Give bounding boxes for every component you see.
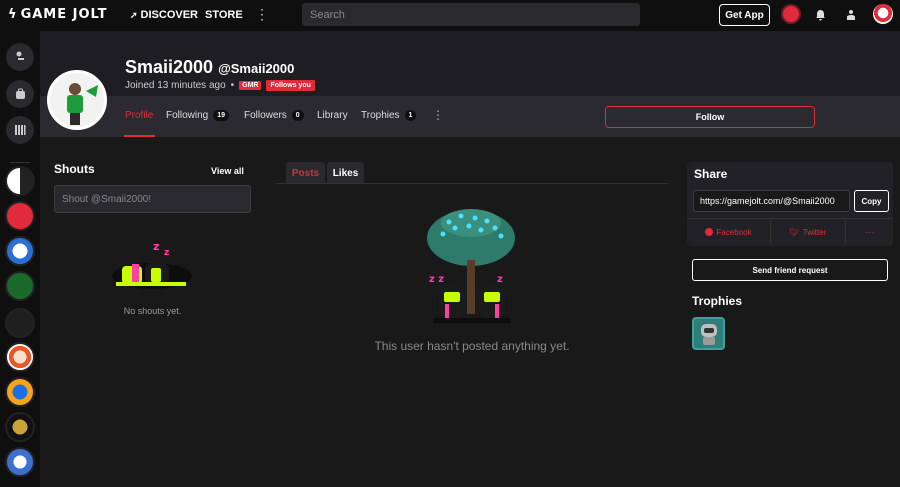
game-icon-bolt[interactable] (5, 166, 35, 196)
joined-row: Joined 13 minutes ago • GMR Follows you (125, 80, 315, 91)
search-input[interactable] (302, 3, 640, 26)
discover-link[interactable]: ➚ DISCOVER (130, 9, 198, 21)
game-icon-coin[interactable] (5, 412, 35, 442)
joined-text: Joined 13 minutes ago (125, 80, 226, 91)
shouts-title: Shouts (54, 162, 95, 176)
trophy-item[interactable] (692, 317, 725, 350)
gmr-badge: GMR (239, 81, 262, 90)
following-count: 19 (213, 110, 230, 121)
svg-text:z: z (153, 240, 159, 253)
game-icon-ring[interactable] (5, 377, 35, 407)
compass-icon: ➚ (130, 9, 138, 20)
trophy-robot-icon (700, 323, 717, 345)
share-twitter-button[interactable]: 🐦︎ Twitter (771, 220, 846, 244)
game-icon-orange[interactable] (5, 342, 35, 372)
view-all-link[interactable]: View all (211, 166, 244, 176)
posts-tabs-divider (276, 183, 668, 184)
dot-separator: • (230, 80, 235, 91)
user-avatar[interactable] (873, 4, 893, 24)
twitter-icon: 🐦︎ (789, 227, 800, 237)
bolt-icon: ϟ (8, 7, 18, 22)
profile-name: Smaii2000 @Smaii2000 (125, 57, 294, 78)
profile-avatar[interactable] (47, 70, 107, 130)
game-icon-dark-bolt[interactable] (5, 308, 35, 338)
share-more-button[interactable]: ··· (846, 220, 893, 244)
active-tab-indicator (124, 135, 155, 137)
friends-icon[interactable] (841, 5, 861, 25)
tab-library[interactable]: Library (317, 110, 348, 121)
library-icon[interactable] (6, 116, 34, 144)
tabs-more-icon[interactable]: ⋮ (432, 108, 444, 122)
followers-count: 0 (291, 110, 304, 121)
discover-side-icon[interactable] (6, 43, 34, 71)
tab-trophies[interactable]: Trophies 1 (361, 110, 417, 121)
copy-button[interactable]: Copy (854, 190, 889, 212)
logo-text: GAME JOLT (20, 7, 108, 22)
share-divider (687, 218, 893, 219)
sidebar-divider (10, 162, 30, 163)
get-app-button[interactable]: Get App (719, 4, 770, 26)
no-posts-text: This user hasn't posted anything yet. (374, 339, 570, 353)
more-menu-icon[interactable]: ⋮ (255, 6, 269, 23)
share-facebook-button[interactable]: Facebook (687, 220, 771, 244)
svg-text:z z: z z (429, 274, 444, 285)
no-shouts-text: No shouts yet. (123, 306, 182, 316)
facebook-icon (705, 228, 714, 236)
quest-icon[interactable] (781, 4, 801, 24)
tab-followers[interactable]: Followers 0 (244, 110, 304, 121)
bell-icon[interactable] (810, 5, 830, 25)
trophies-count: 1 (404, 110, 417, 121)
sleeping-illustration: z z (112, 240, 192, 289)
tab-following[interactable]: Following 19 (166, 110, 230, 121)
tab-likes[interactable]: Likes (327, 162, 364, 184)
game-icon-robot[interactable] (5, 447, 35, 477)
follows-you-badge: Follows you (266, 80, 315, 91)
top-bar: ϟ GAME JOLT ➚ DISCOVER STORE ⋮ Get App (0, 0, 900, 31)
backpack-icon[interactable] (6, 80, 34, 108)
game-icon-blue[interactable] (5, 236, 35, 266)
left-sidebar (0, 31, 40, 487)
share-title: Share (694, 167, 728, 181)
follow-button[interactable]: Follow (605, 106, 815, 128)
send-friend-request-button[interactable]: Send friend request (692, 259, 888, 281)
user-handle: @Smaii2000 (218, 61, 295, 76)
tab-profile[interactable]: Profile (125, 110, 153, 121)
svg-text:z: z (497, 274, 503, 285)
display-name: Smaii2000 (125, 57, 214, 77)
tree-illustration: z z z (427, 209, 515, 323)
shout-input[interactable] (54, 185, 251, 213)
game-icon-red[interactable] (5, 201, 35, 231)
share-url-field[interactable] (693, 190, 850, 212)
tab-posts[interactable]: Posts (286, 162, 325, 184)
store-link[interactable]: STORE (205, 9, 243, 21)
game-icon-drip[interactable] (5, 271, 35, 301)
trophies-title: Trophies (692, 294, 743, 308)
game-jolt-logo[interactable]: ϟ GAME JOLT (8, 7, 108, 22)
svg-text:z: z (164, 248, 169, 258)
